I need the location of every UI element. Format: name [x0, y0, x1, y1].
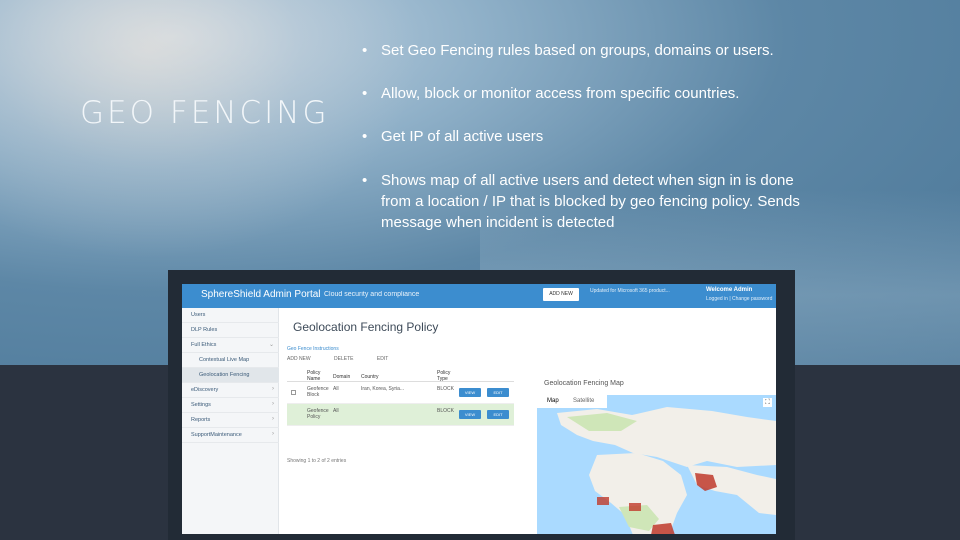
table-info: Showing 1 to 2 of 2 entries — [287, 458, 347, 464]
main-panel: Geolocation Fencing Policy Geo Fence Ins… — [279, 308, 776, 534]
action-add[interactable]: ADD NEW — [287, 356, 311, 362]
sidebar-item-label: Settings — [191, 402, 211, 408]
table-row[interactable]: Geofence Policy All BLOCK VIEW EDIT — [287, 404, 514, 426]
table-actions: ADD NEW DELETE EDIT — [287, 356, 410, 362]
page-title: Geolocation Fencing Policy — [293, 320, 439, 334]
header-policy-type: Policy Type — [437, 370, 451, 382]
sidebar-item-label: SupportMaintenance — [191, 432, 242, 438]
sidebar-item-label: DLP Rules — [191, 327, 218, 333]
bullet-text: Allow, block or monitor access from spec… — [381, 85, 740, 102]
cell-policy-name: Geofence Policy — [307, 408, 329, 420]
bullet-item: • Get IP of all active users — [362, 126, 802, 147]
row-checkbox[interactable] — [291, 390, 296, 395]
map-type-tabs: Map Satellite — [537, 395, 607, 408]
sidebar-item-dlp-rules[interactable]: DLP Rules — [182, 323, 279, 338]
chevron-right-icon: › — [272, 416, 274, 422]
action-edit[interactable]: EDIT — [377, 356, 388, 362]
edit-button[interactable]: EDIT — [487, 388, 509, 397]
cell-domain: All — [333, 408, 339, 414]
sidebar-item-live-map[interactable]: Contextual Live Map — [182, 353, 279, 368]
sidebar-item-label: Geolocation Fencing — [199, 372, 250, 378]
blocked-region-africa-west — [629, 503, 641, 511]
fullscreen-icon[interactable]: ⛶ — [763, 398, 772, 407]
blocked-region-central — [597, 497, 609, 505]
chevron-right-icon: › — [272, 401, 274, 407]
admin-portal-screenshot: SphereShield Admin Portal Cloud security… — [182, 284, 776, 534]
bullet-text: Get IP of all active users — [381, 128, 544, 145]
header-domain: Domain — [333, 374, 351, 380]
brand-tagline: Cloud security and compliance — [324, 291, 420, 298]
header-country: Country — [361, 374, 379, 380]
view-button[interactable]: VIEW — [459, 410, 481, 419]
bullet-dot: • — [362, 172, 368, 189]
sidebar-item-full-ethics[interactable]: Full Ethics ⌄ — [182, 338, 279, 353]
instructions-toggle[interactable]: Geo Fence Instructions — [287, 346, 339, 352]
map-title: Geolocation Fencing Map — [544, 380, 624, 387]
map-tab-map[interactable]: Map — [547, 398, 559, 404]
sidebar-item-settings[interactable]: Settings › — [182, 398, 279, 413]
sidebar-item-label: Reports — [191, 417, 211, 423]
sidebar-item-label: Users — [191, 312, 206, 318]
view-button[interactable]: VIEW — [459, 388, 481, 397]
sidebar-item-geolocation-fencing[interactable]: Geolocation Fencing — [182, 368, 279, 383]
slide-title: GEO FENCING — [80, 95, 330, 131]
top-info-text: Updated for Microsoft 365 product... — [590, 288, 670, 294]
sidebar-item-label: eDiscovery — [191, 387, 219, 393]
table-row[interactable]: Geofence Block All Iran, Korea, Syria...… — [287, 382, 514, 404]
top-bar: SphereShield Admin Portal Cloud security… — [182, 284, 776, 308]
cell-policy-type: BLOCK — [437, 408, 454, 414]
brand-title: SphereShield Admin Portal — [201, 289, 321, 300]
chevron-right-icon: › — [272, 386, 274, 392]
chevron-right-icon: › — [272, 431, 274, 437]
bullet-dot: • — [362, 85, 368, 102]
edit-button[interactable]: EDIT — [487, 410, 509, 419]
cell-policy-name: Geofence Block — [307, 386, 329, 398]
header-policy-name: Policy Name — [307, 370, 321, 382]
chevron-down-icon: ⌄ — [268, 342, 274, 348]
top-add-button[interactable]: ADD NEW — [543, 288, 579, 301]
world-map[interactable]: Map Satellite ⛶ ☗ — [537, 395, 776, 534]
sidebar-item-reports[interactable]: Reports › — [182, 413, 279, 428]
world-map-canvas — [557, 407, 776, 534]
sidebar-item-support[interactable]: SupportMaintenance › — [182, 428, 279, 443]
cell-domain: All — [333, 386, 339, 392]
sidebar-item-label: Contextual Live Map — [199, 357, 250, 363]
bullet-text: Shows map of all active users and detect… — [381, 172, 800, 231]
cell-country: Iran, Korea, Syria... — [361, 386, 405, 392]
bullet-item: • Allow, block or monitor access from spe… — [362, 83, 802, 104]
user-links[interactable]: Logged in | Change password — [706, 296, 772, 302]
sidebar-item-label: Full Ethics — [191, 342, 217, 348]
table-header: Policy Name Domain Country Policy Type — [287, 368, 514, 382]
bullet-item: • Set Geo Fencing rules based on groups, … — [362, 40, 802, 61]
sidebar: Users DLP Rules Full Ethics ⌄ Contextual … — [182, 308, 279, 534]
bullet-dot: • — [362, 42, 368, 59]
bullet-text: Set Geo Fencing rules based on groups, d… — [381, 42, 774, 59]
cell-policy-type: BLOCK — [437, 386, 454, 392]
map-tab-satellite[interactable]: Satellite — [573, 398, 594, 404]
bullet-item: • Shows map of all active users and detec… — [362, 170, 802, 233]
welcome-text: Welcome Admin — [706, 287, 753, 293]
sidebar-item-ediscovery[interactable]: eDiscovery › — [182, 383, 279, 398]
sidebar-item-users[interactable]: Users — [182, 308, 279, 323]
bullet-dot: • — [362, 128, 368, 145]
landmass-asia — [687, 465, 776, 515]
action-delete[interactable]: DELETE — [334, 356, 353, 362]
